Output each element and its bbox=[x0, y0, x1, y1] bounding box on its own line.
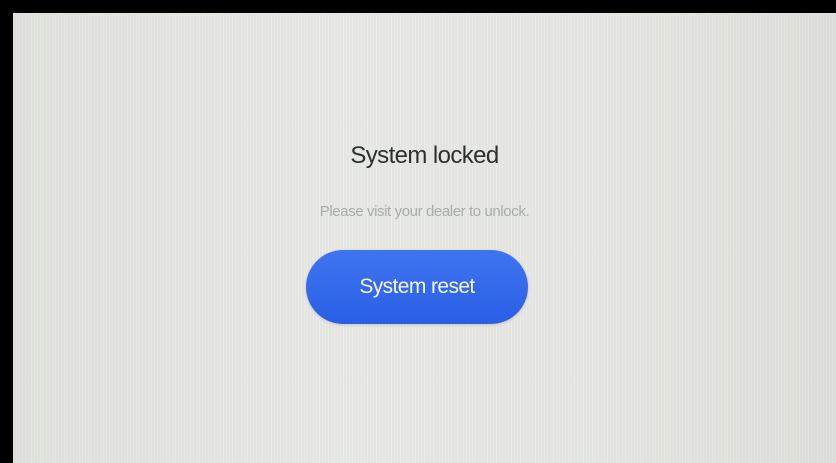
screen-bezel: System locked Please visit your dealer t… bbox=[0, 0, 836, 463]
unlock-message: Please visit your dealer to unlock. bbox=[319, 203, 530, 220]
system-reset-button[interactable]: System reset bbox=[306, 250, 528, 324]
lock-screen: System locked Please visit your dealer t… bbox=[13, 13, 836, 463]
page-title: System locked bbox=[350, 142, 499, 169]
